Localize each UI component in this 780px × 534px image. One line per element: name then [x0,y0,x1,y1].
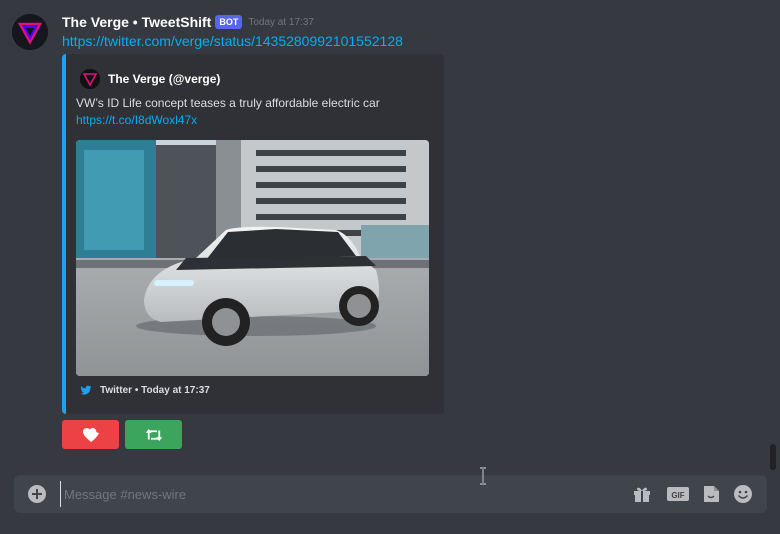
message-timestamp: Today at 17:37 [248,16,314,28]
embed-footer-text: Twitter • Today at 17:37 [100,384,210,396]
verge-author-icon [80,69,100,89]
embed-description: VW’s ID Life concept teases a truly affo… [76,96,380,110]
retweet-button[interactable] [125,420,182,449]
message-input[interactable] [60,481,620,507]
username[interactable]: The Verge • TweetShift [62,14,211,30]
chat-message: The Verge • TweetShift BOT Today at 17:3… [0,0,760,460]
embed-author-name[interactable]: The Verge (@verge) [108,72,220,86]
add-attachment-button[interactable] [28,485,46,503]
message-header: The Verge • TweetShift BOT Today at 17:3… [62,13,314,31]
emoji-icon[interactable] [733,484,753,504]
gift-icon[interactable] [632,484,652,504]
car-photo [76,140,429,376]
embed-author: The Verge (@verge) [80,69,220,89]
twitter-bird-icon [80,385,92,395]
embed-footer: Twitter • Today at 17:37 [80,384,210,396]
sticker-icon[interactable] [701,484,721,504]
tweet-embed: The Verge (@verge) VW’s ID Life concept … [62,54,444,414]
bot-badge: BOT [215,15,243,29]
retweet-icon [145,428,162,441]
add-circle-icon [32,489,42,499]
scrollbar-thumb[interactable] [770,444,776,470]
gif-label: GIF [671,491,684,500]
message-composer: GIF [14,475,767,513]
embed-short-link[interactable]: https://t.co/I8dWoxl47x [76,113,197,127]
heart-icon [82,427,99,442]
text-cursor-icon [480,467,486,485]
verge-logo-icon [12,14,48,50]
embed-image[interactable] [76,140,429,376]
tweet-link[interactable]: https://twitter.com/verge/status/1435280… [62,33,403,49]
gif-icon[interactable]: GIF [666,484,690,504]
like-button[interactable] [62,420,119,449]
avatar[interactable] [12,14,48,50]
